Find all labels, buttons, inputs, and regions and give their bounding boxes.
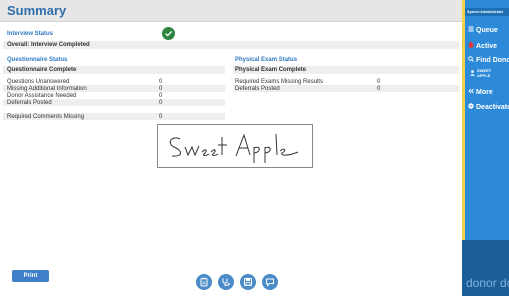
- questionnaire-row-value: 0: [159, 114, 163, 120]
- page-title: Summary: [7, 3, 67, 18]
- check-icon: [162, 27, 175, 40]
- physical-exam-status: Physical Exam Complete: [235, 67, 307, 73]
- stethoscope-icon[interactable]: [218, 274, 234, 290]
- questionnaire-row-value: 0: [159, 100, 163, 106]
- signature-box[interactable]: [157, 124, 313, 168]
- watermark: donor do: [466, 276, 509, 290]
- sidebar-donor-name: SWEET APPLE: [477, 68, 492, 78]
- sidebar-item-active[interactable]: Active: [468, 41, 497, 51]
- title-bar: Summary: [0, 0, 462, 22]
- signature-drawing: [169, 133, 299, 163]
- sidebar-donor-entry[interactable]: SWEET APPLE: [470, 68, 508, 78]
- search-icon: [468, 56, 474, 65]
- physical-row-value: 0: [377, 86, 381, 92]
- blood-drop-icon: [468, 41, 474, 51]
- chevrons-left-icon: [468, 88, 474, 97]
- save-icon[interactable]: [240, 274, 256, 290]
- questionnaire-status: Questionnaire Complete: [7, 67, 77, 73]
- sidebar-item-label: Queue: [476, 27, 498, 34]
- chat-icon[interactable]: [262, 274, 278, 290]
- sidebar-item-label: Deactivate: [476, 104, 509, 111]
- sidebar-item-queue[interactable]: Queue: [468, 26, 498, 35]
- interview-status-label: Interview Status: [7, 31, 54, 37]
- print-button[interactable]: Print: [12, 270, 49, 282]
- minus-circle-icon: [468, 103, 474, 112]
- clipboard-icon[interactable]: [196, 274, 212, 290]
- sidebar: System Administrator Queue Active Find D…: [462, 0, 509, 296]
- sidebar-item-find-donor[interactable]: Find Donor: [468, 56, 509, 65]
- questionnaire-row-label: Required Comments Missing: [7, 114, 85, 120]
- physical-row-label: Deferrals Posted: [235, 86, 280, 92]
- menu-icon: [468, 26, 474, 35]
- sidebar-item-label: More: [476, 89, 493, 96]
- sidebar-item-more[interactable]: More: [468, 88, 493, 97]
- questionnaire-status-label: Questionnaire Status: [7, 57, 68, 63]
- sidebar-accent-strip: [462, 0, 465, 240]
- sidebar-item-label: Active: [476, 42, 498, 50]
- person-icon: [470, 69, 475, 77]
- summary-page: Summary Interview Status Overall: Interv…: [0, 0, 462, 296]
- sidebar-item-deactivate[interactable]: Deactivate: [468, 103, 509, 112]
- overall-status: Overall: Interview Completed: [7, 42, 90, 48]
- sidebar-role: System Administrator: [467, 10, 504, 14]
- questionnaire-row-label: Deferrals Posted: [7, 100, 52, 106]
- sidebar-item-label: Find Donor: [476, 57, 509, 64]
- physical-exam-status-label: Physical Exam Status: [235, 57, 298, 63]
